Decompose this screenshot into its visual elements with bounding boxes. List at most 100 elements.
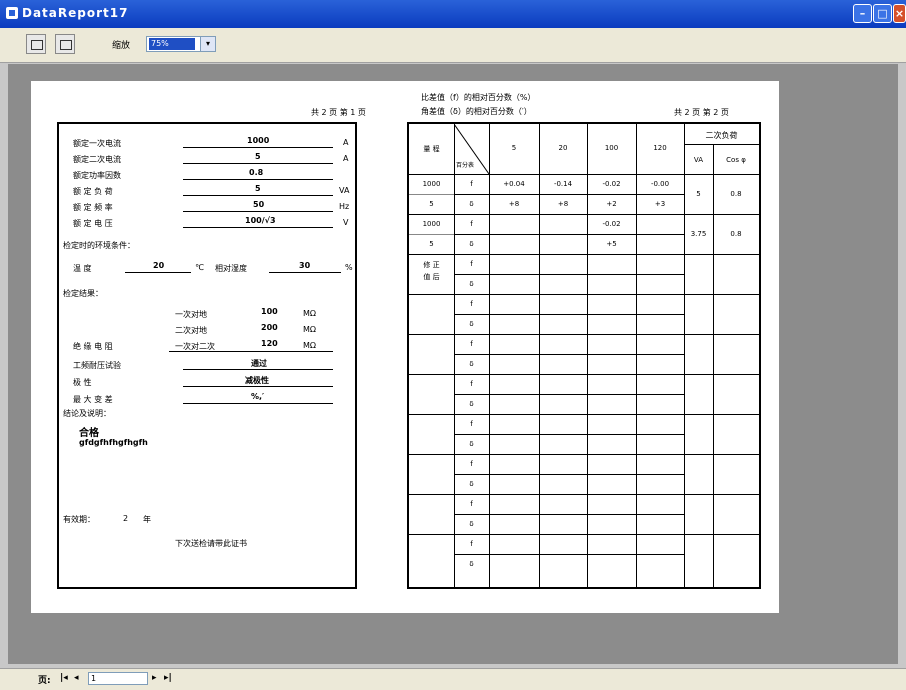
underline <box>183 163 333 164</box>
r1-f-5: +0.04 <box>503 180 525 188</box>
first-page-icon[interactable]: |◂ <box>60 673 68 685</box>
report-page: 共 2 页 第 1 页 共 2 页 第 2 页 比差值（f）的相对百分数（%） … <box>31 81 779 613</box>
col-range: 量 程 <box>423 145 440 153</box>
report-viewport: 共 2 页 第 1 页 共 2 页 第 2 页 比差值（f）的相对百分数（%） … <box>8 64 898 664</box>
row2-range: 1000 <box>422 220 441 228</box>
r2-cos: 0.8 <box>730 230 742 238</box>
footer-note: 下次送检请带此证书 <box>175 539 247 548</box>
grid-line <box>409 294 759 295</box>
validity-unit: 年 <box>143 515 151 524</box>
grid-line <box>684 144 759 145</box>
toolbar: 缩放 75% ▾ <box>0 28 906 63</box>
underline <box>183 147 333 148</box>
humidity-label: 相对湿度 <box>215 264 247 273</box>
power-factor-value: 0.8 <box>249 168 264 177</box>
d-symbol: δ <box>469 440 474 448</box>
zoom-select[interactable]: 75% ▾ <box>146 36 216 52</box>
r1-cos: 0.8 <box>730 190 742 198</box>
error-table: 量 程 百分表 5 20 100 120 二次负荷 VA Cos φ 1000 … <box>407 122 761 589</box>
d-symbol: δ <box>469 320 474 328</box>
rated-primary-value: 1000 <box>247 136 270 145</box>
grid-line <box>409 214 759 215</box>
export-icon[interactable] <box>55 34 75 54</box>
f-symbol: f <box>470 380 473 388</box>
maximize-button[interactable]: □ <box>873 4 892 23</box>
underline <box>269 272 341 273</box>
ins1-unit: MΩ <box>303 309 317 318</box>
grid-line <box>409 174 759 175</box>
close-button[interactable]: × <box>893 4 906 23</box>
print-icon[interactable] <box>26 34 46 54</box>
humidity-value: 30 <box>299 261 311 270</box>
polarity-value: 减极性 <box>245 376 269 385</box>
underline <box>183 369 333 370</box>
row1-range: 1000 <box>422 180 441 188</box>
r1-f-100: -0.02 <box>602 180 621 188</box>
d-symbol: δ <box>469 560 474 568</box>
minimize-button[interactable]: – <box>853 4 872 23</box>
col-cos: Cos φ <box>726 156 746 164</box>
result-label: 检定结果： <box>63 289 103 298</box>
ins1-label: 一次对地 <box>175 310 207 319</box>
grid-line <box>409 494 759 495</box>
grid-line <box>454 234 684 235</box>
temp-label: 温 度 <box>73 264 92 273</box>
validity-value: 2 <box>123 514 129 523</box>
underline <box>183 195 333 196</box>
rated-secondary-unit: A <box>343 154 349 163</box>
underline <box>183 211 333 212</box>
underline <box>169 351 333 352</box>
app-icon <box>6 7 18 19</box>
f-symbol: f <box>470 340 473 348</box>
col-va: VA <box>693 156 704 164</box>
underline <box>183 403 333 404</box>
grid-line <box>454 394 684 395</box>
underline <box>183 179 333 180</box>
grid-line <box>409 254 759 255</box>
caption-angle: 角差值（δ）的相对百分数（′） <box>421 107 532 116</box>
grid-line <box>454 274 684 275</box>
rated-secondary-label: 额定二次电流 <box>73 155 121 164</box>
r2-f-100: -0.02 <box>602 220 621 228</box>
grid-line <box>409 534 759 535</box>
last-page-icon[interactable]: ▸| <box>164 673 172 685</box>
page-number-input[interactable]: 1 <box>88 672 148 685</box>
misc-label2: 值 后 <box>423 273 440 281</box>
d-symbol: δ <box>469 480 474 488</box>
polarity-label: 极 性 <box>73 378 92 387</box>
grid-line <box>454 434 684 435</box>
underline <box>183 386 333 387</box>
grid-line <box>454 354 684 355</box>
f-symbol: f <box>470 540 473 548</box>
status-bar: 页: |◂ ◂ 1 ▸ ▸| <box>0 668 906 690</box>
burden-label: 额 定 负 荷 <box>73 187 113 196</box>
f-symbol: f <box>470 500 473 508</box>
d-symbol: δ <box>469 520 474 528</box>
grid-line <box>454 194 684 195</box>
next-page-icon[interactable]: ▸ <box>152 673 157 685</box>
conclusion-note: gfdgfhfhgfhgfh <box>79 438 148 447</box>
ins3-unit: MΩ <box>303 341 317 350</box>
grid-line <box>409 334 759 335</box>
zoom-label: 缩放 <box>112 41 131 51</box>
row1-range2: 5 <box>429 200 434 208</box>
chevron-down-icon[interactable]: ▾ <box>200 37 215 51</box>
freq-label: 额 定 频 率 <box>73 203 113 212</box>
d-symbol: δ <box>469 240 474 248</box>
ins2-value: 200 <box>261 323 278 332</box>
ins2-label: 二次对地 <box>175 326 207 335</box>
r1-va: 5 <box>696 190 701 198</box>
grid-line <box>409 414 759 415</box>
prev-page-icon[interactable]: ◂ <box>74 673 79 685</box>
r2-va: 3.75 <box>690 230 707 238</box>
ins3-value: 120 <box>261 339 278 348</box>
burden-unit: VA <box>339 186 350 195</box>
col-pct-120: 120 <box>653 144 667 152</box>
grid-line <box>409 374 759 375</box>
page-header-left: 共 2 页 第 1 页 <box>311 108 366 117</box>
pages-label: 页: <box>38 676 51 686</box>
conclusion-label: 结论及说明： <box>63 409 111 418</box>
f-symbol: f <box>470 460 473 468</box>
d-symbol: δ <box>469 400 474 408</box>
voltage-label: 额 定 电 压 <box>73 219 113 228</box>
